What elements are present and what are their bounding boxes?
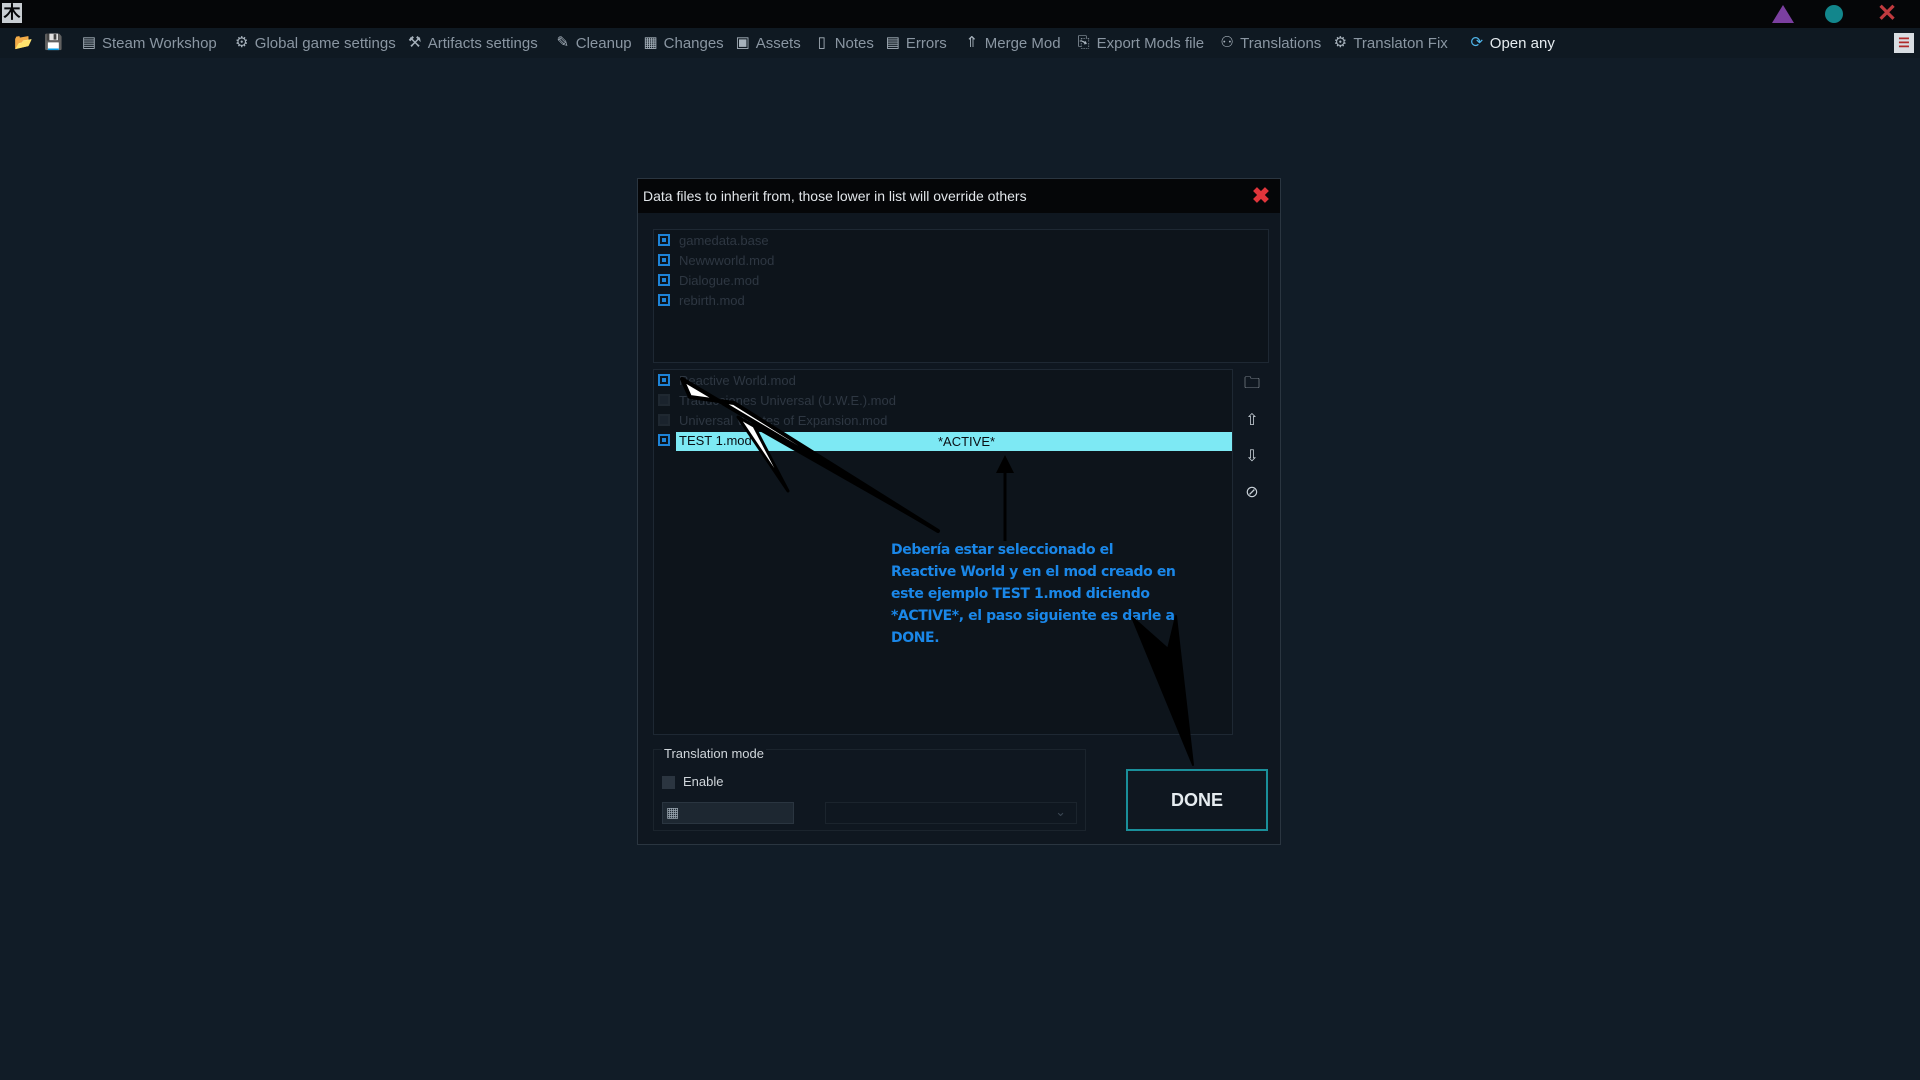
file-name: rebirth.mod (679, 293, 745, 308)
steam-icon: ▤ (81, 34, 97, 51)
list-item[interactable]: rebirth.mod (654, 292, 1268, 310)
open-folder-icon: 📂 (14, 34, 33, 51)
changes-icon: ▦ (643, 34, 658, 51)
open-any-label: Open any (1489, 34, 1555, 52)
enable-checkbox[interactable] (662, 776, 675, 789)
app-icon[interactable]: 木 (2, 3, 22, 23)
file-name: Universal Wastes of Expansion.mod (679, 413, 888, 428)
translations-button[interactable]: ⚇ Translations (1218, 28, 1321, 58)
checkbox[interactable] (658, 414, 670, 426)
steam-workshop-button[interactable]: ▤ Steam Workshop (80, 28, 217, 58)
circle-window-icon[interactable] (1825, 5, 1843, 23)
list-item[interactable]: gamedata.base (654, 232, 1268, 250)
inherit-files-dialog: Data files to inherit from, those lower … (637, 178, 1281, 845)
move-down-icon: ⇩ (1245, 448, 1259, 465)
changes-button[interactable]: ▦ Changes (642, 28, 724, 58)
export-mods-file-button[interactable]: ⎘ Export Mods file (1075, 28, 1205, 58)
done-button[interactable]: DONE (1126, 769, 1268, 831)
list-item[interactable]: Universal Wastes of Expansion.mod (654, 412, 1232, 430)
checkbox[interactable] (658, 234, 670, 246)
assets-icon: ▣ (735, 34, 750, 51)
artifacts-settings-button[interactable]: ⚒ Artifacts settings (406, 28, 538, 58)
errors-icon: ▤ (885, 34, 900, 51)
move-up-button[interactable]: ⇧ (1240, 409, 1264, 433)
open-any-button[interactable]: ⟳ Open any (1468, 28, 1555, 58)
broom-icon: ✎ (556, 34, 570, 51)
add-file-button[interactable]: 🗀 (1240, 372, 1264, 396)
enable-label: Enable (683, 774, 724, 789)
close-icon[interactable]: ✖ (1250, 185, 1272, 207)
file-name: Reactive World.mod (679, 373, 796, 388)
move-down-button[interactable]: ⇩ (1240, 445, 1264, 469)
menu-list-icon[interactable]: ☰ (1894, 33, 1914, 53)
translation-mode-title: Translation mode (662, 746, 766, 761)
open-folder-button[interactable]: 📂 (14, 28, 36, 58)
assets-button[interactable]: ▣ Assets (734, 28, 801, 58)
file-name: TEST 1.mod (679, 433, 752, 448)
cleanup-button[interactable]: ✎ Cleanup (554, 28, 632, 58)
save-button[interactable]: 💾 (44, 28, 66, 58)
close-window-icon[interactable]: ✕ (1876, 2, 1898, 26)
translation-language-select[interactable]: ⌄ (825, 802, 1077, 824)
remove-file-button[interactable]: ⊘ (1240, 481, 1264, 505)
list-item[interactable]: Dialogue.mod (654, 272, 1268, 290)
file-name: Newwworld.mod (679, 253, 775, 268)
export-icon: ⎘ (1077, 34, 1090, 51)
translations-label: Translations (1240, 34, 1322, 52)
notes-button[interactable]: ▯ Notes (813, 28, 874, 58)
dialog-title: Data files to inherit from, those lower … (643, 188, 1027, 204)
file-name: Dialogue.mod (679, 273, 760, 288)
add-file-icon: 🗀 (1243, 375, 1260, 392)
gear-icon: ⚙ (235, 34, 249, 51)
list-item[interactable]: Traducciones Universal (U.W.E.).mod (654, 392, 1232, 410)
notes-icon: ▯ (817, 34, 826, 51)
errors-button[interactable]: ▤ Errors (884, 28, 947, 58)
checkbox[interactable] (658, 274, 670, 286)
move-up-icon: ⇧ (1245, 412, 1259, 429)
translation-fix-label: Translaton Fix (1353, 34, 1448, 52)
file-name: Traducciones Universal (U.W.E.).mod (679, 393, 896, 408)
merge-icon: ⇑ (965, 34, 979, 51)
assets-label: Assets (755, 34, 801, 52)
checkbox[interactable] (658, 294, 670, 306)
checkbox[interactable] (658, 434, 670, 446)
errors-label: Errors (905, 34, 947, 52)
list-item[interactable]: Reactive World.mod (654, 372, 1232, 390)
artifacts-settings-label: Artifacts settings (427, 34, 538, 52)
save-icon: 💾 (44, 34, 63, 51)
notes-label: Notes (834, 34, 874, 52)
annotation-text: Debería estar seleccionado el Reactive W… (891, 542, 1176, 646)
merge-mod-label: Merge Mod (984, 34, 1061, 52)
active-list-item[interactable]: TEST 1.mod *ACTIVE* (654, 432, 1232, 451)
global-game-settings-label: Global game settings (254, 34, 396, 52)
translation-icon: ▦ (666, 804, 680, 820)
file-name: gamedata.base (679, 233, 769, 248)
merge-mod-button[interactable]: ⇑ Merge Mod (963, 28, 1061, 58)
chevron-down-icon: ⌄ (1055, 804, 1066, 819)
active-tag: *ACTIVE* (938, 434, 996, 449)
list-item[interactable]: Newwworld.mod (654, 252, 1268, 270)
changes-label: Changes (663, 34, 724, 52)
link-icon: ⟳ (1470, 34, 1484, 51)
dialog-header: Data files to inherit from, those lower … (638, 179, 1280, 213)
cleanup-label: Cleanup (575, 34, 632, 52)
translation-mode-group: Translation mode Enable ▦ ⌄ (653, 746, 1086, 831)
remove-file-icon: ⊘ (1245, 484, 1259, 501)
checkbox[interactable] (658, 374, 670, 386)
artifact-icon: ⚒ (407, 34, 422, 51)
translate-icon: ⚇ (1220, 34, 1234, 51)
translation-fix-button[interactable]: ⚙ Translaton Fix (1331, 28, 1448, 58)
export-mods-file-label: Export Mods file (1096, 34, 1205, 52)
translation-file-button[interactable]: ▦ (662, 802, 794, 824)
triangle-window-icon[interactable] (1772, 5, 1794, 23)
global-game-settings-button[interactable]: ⚙ Global game settings (233, 28, 396, 58)
title-bar: 木 ✕ (0, 0, 1920, 28)
steam-workshop-label: Steam Workshop (102, 34, 217, 52)
base-files-list: gamedata.base Newwworld.mod Dialogue.mod… (653, 229, 1269, 363)
checkbox[interactable] (658, 254, 670, 266)
translate-fix-icon: ⚙ (1333, 34, 1348, 51)
main-toolbar: 📂 💾 ▤ Steam Workshop ⚙ Global game setting… (0, 28, 1920, 58)
checkbox[interactable] (658, 394, 670, 406)
